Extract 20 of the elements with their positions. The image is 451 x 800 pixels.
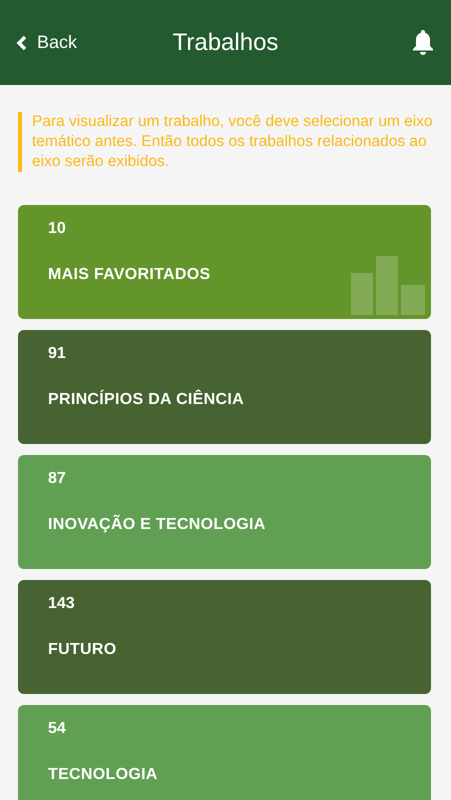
category-title: MAIS FAVORITADOS <box>48 266 212 284</box>
count-label: 10 <box>48 220 67 238</box>
category-title: PRINCÍPIOS DA CIÊNCIA <box>48 391 245 409</box>
category-card[interactable]: 10 MAIS FAVORITADOS <box>18 205 431 319</box>
count-label: 54 <box>48 720 67 738</box>
bar-chart-icon <box>351 256 427 315</box>
back-button[interactable]: Back <box>16 32 78 53</box>
page-title: Trabalhos <box>172 28 278 56</box>
bell-icon <box>411 29 435 56</box>
category-title: INOVAÇÃO E TECNOLOGIA <box>48 516 267 534</box>
category-title: FUTURO <box>48 641 118 659</box>
category-card[interactable]: 91 PRINCÍPIOS DA CIÊNCIA <box>18 330 431 444</box>
notifications-button[interactable] <box>411 29 435 56</box>
count-label: 87 <box>48 470 67 488</box>
count-label: 143 <box>48 595 76 613</box>
back-icon <box>16 34 27 50</box>
notice-text: Para visualizar um trabalho, você deve selecionar um eixo temático antes. Então todos os trabalhos relacionados ao eixo serão exibidos. <box>18 112 433 172</box>
count-label: 91 <box>48 345 67 363</box>
category-title: TECNOLOGIA <box>48 766 159 784</box>
category-card[interactable]: 143 FUTURO <box>18 580 431 694</box>
